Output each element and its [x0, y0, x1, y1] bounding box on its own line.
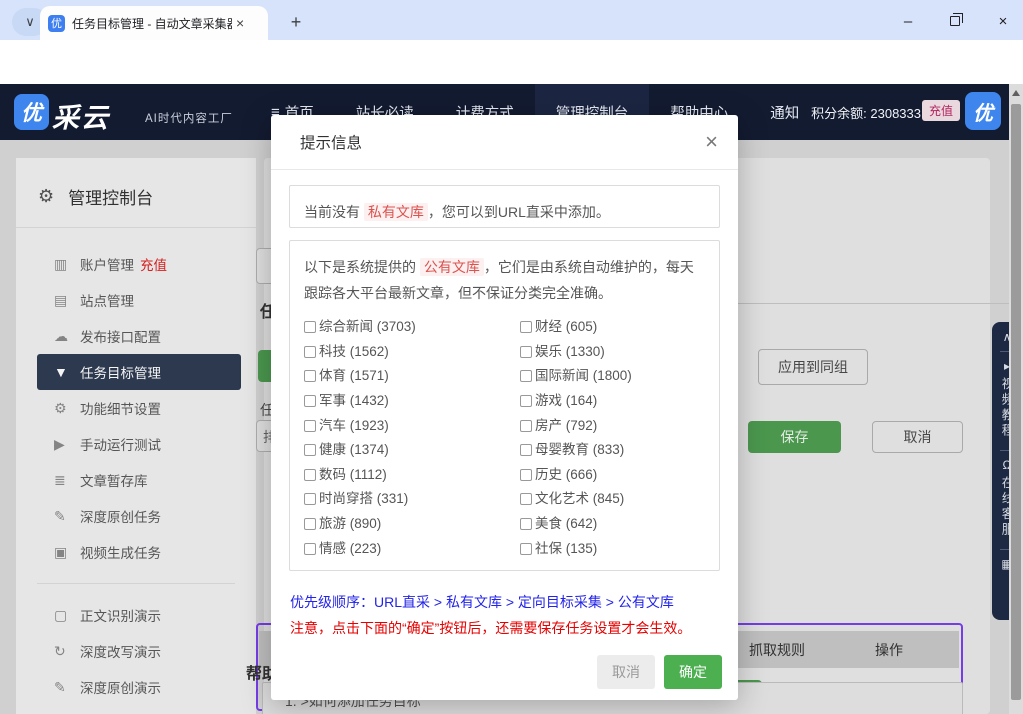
category-item-国际新闻[interactable]: 国际新闻 (1800) — [520, 364, 705, 389]
category-item-军事[interactable]: 军事 (1432) — [304, 389, 520, 414]
checkbox-icon[interactable] — [304, 395, 316, 407]
category-item-数码[interactable]: 数码 (1112) — [304, 463, 520, 488]
category-item-母婴教育[interactable]: 母婴教育 (833) — [520, 438, 705, 463]
checkbox-icon[interactable] — [304, 346, 316, 358]
checkbox-icon[interactable] — [520, 395, 532, 407]
checkbox-icon[interactable] — [520, 543, 532, 555]
category-item-历史[interactable]: 历史 (666) — [520, 463, 705, 488]
category-item-财经[interactable]: 财经 (605) — [520, 315, 705, 340]
public-library-notice: 以下是系统提供的 公有文库，它们是由系统自动维护的，每天跟踪各大平台最新文章，但… — [304, 254, 705, 306]
category-item-时尚穿搭[interactable]: 时尚穿搭 (331) — [304, 487, 520, 512]
dialog-confirm-button[interactable]: 确定 — [664, 655, 722, 689]
tab-favicon: 优 — [48, 15, 65, 32]
scrollbar-thumb[interactable] — [1011, 104, 1021, 700]
browser-toolbar: ← → ↻ ucaiyun.com/caiji/category/ ☆ 井 ⋮ — [0, 40, 1023, 84]
new-tab-button[interactable]: + — [284, 10, 308, 34]
checkbox-icon[interactable] — [304, 518, 316, 530]
category-item-汽车[interactable]: 汽车 (1923) — [304, 413, 520, 438]
dialog: 提示信息 × 当前没有 私有文库，您可以到URL直采中添加。 以下是系统提供的 … — [271, 115, 738, 700]
nav-item-通知[interactable]: 通知 — [749, 84, 820, 140]
checkbox-icon[interactable] — [304, 420, 316, 432]
window-minimize-button[interactable]: – — [893, 10, 923, 32]
dialog-title: 提示信息 — [300, 131, 362, 153]
dialog-header: 提示信息 × — [271, 115, 738, 170]
category-label: 房产 (792) — [535, 413, 597, 439]
checkbox-icon[interactable] — [520, 493, 532, 505]
category-item-情感[interactable]: 情感 (223) — [304, 536, 520, 561]
public-library-tag: 公有文库 — [420, 258, 484, 276]
category-label: 时尚穿搭 (331) — [319, 486, 408, 512]
private-library-tag: 私有文库 — [364, 203, 428, 221]
recharge-button[interactable]: 充值 — [922, 100, 960, 121]
public-library-box: 以下是系统提供的 公有文库，它们是由系统自动维护的，每天跟踪各大平台最新文章，但… — [289, 240, 720, 571]
category-label: 情感 (223) — [319, 536, 381, 562]
category-label: 财经 (605) — [535, 314, 597, 340]
category-item-文化艺术[interactable]: 文化艺术 (845) — [520, 487, 705, 512]
category-label: 汽车 (1923) — [319, 413, 389, 439]
user-avatar[interactable]: 优 — [965, 92, 1001, 130]
checkbox-icon[interactable] — [520, 420, 532, 432]
priority-order-text: 优先级顺序：URL直采 > 私有文库 > 定向目标采集 > 公有文库 — [290, 592, 674, 612]
checkbox-icon[interactable] — [304, 469, 316, 481]
restore-icon — [950, 16, 960, 26]
site-logo-text[interactable]: 采云 — [52, 96, 110, 135]
site-logo-icon[interactable]: 优 — [14, 94, 49, 130]
checkbox-icon[interactable] — [304, 543, 316, 555]
category-label: 美食 (642) — [535, 511, 597, 537]
screen: ∨ 优 任务目标管理 - 自动文章采集器 × + – × ← → ↻ ucaiy… — [0, 0, 1023, 714]
tab-title: 任务目标管理 - 自动文章采集器 — [72, 15, 232, 32]
dialog-footer: 取消 确定 — [597, 655, 722, 689]
category-item-房产[interactable]: 房产 (792) — [520, 413, 705, 438]
checkbox-icon[interactable] — [520, 321, 532, 333]
category-item-旅游[interactable]: 旅游 (890) — [304, 512, 520, 537]
category-item-美食[interactable]: 美食 (642) — [520, 512, 705, 537]
scrollbar-up-arrow[interactable] — [1012, 90, 1020, 96]
checkbox-icon[interactable] — [520, 469, 532, 481]
checkbox-icon[interactable] — [304, 444, 316, 456]
warning-text: 注意，点击下面的“确定”按钮后，还需要保存任务设置才会生效。 — [290, 618, 691, 638]
checkbox-icon[interactable] — [520, 370, 532, 382]
private-library-notice: 当前没有 私有文库，您可以到URL直采中添加。 — [289, 185, 720, 228]
category-item-体育[interactable]: 体育 (1571) — [304, 364, 520, 389]
category-item-游戏[interactable]: 游戏 (164) — [520, 389, 705, 414]
window-close-button[interactable]: × — [988, 10, 1018, 32]
category-label: 社保 (135) — [535, 536, 597, 562]
checkbox-icon[interactable] — [520, 346, 532, 358]
category-label: 旅游 (890) — [319, 511, 381, 537]
category-label: 数码 (1112) — [319, 462, 387, 488]
checkbox-icon[interactable] — [520, 444, 532, 456]
browser-tab[interactable]: 优 任务目标管理 - 自动文章采集器 × — [40, 6, 268, 40]
category-item-社保[interactable]: 社保 (135) — [520, 536, 705, 561]
browser-scrollbar[interactable] — [1009, 84, 1023, 714]
category-label: 娱乐 (1330) — [535, 339, 605, 365]
category-item-综合新闻[interactable]: 综合新闻 (3703) — [304, 315, 520, 340]
site-tagline: AI时代内容工厂 — [145, 110, 233, 126]
category-item-娱乐[interactable]: 娱乐 (1330) — [520, 340, 705, 365]
category-label: 军事 (1432) — [319, 388, 389, 414]
window-restore-button[interactable] — [940, 10, 970, 32]
category-label: 综合新闻 (3703) — [319, 314, 416, 340]
checkbox-icon[interactable] — [520, 518, 532, 530]
category-label: 国际新闻 (1800) — [535, 363, 632, 389]
dialog-close-icon[interactable]: × — [705, 131, 718, 153]
checkbox-icon[interactable] — [304, 493, 316, 505]
category-item-健康[interactable]: 健康 (1374) — [304, 438, 520, 463]
points-balance: 积分余额: 2308333 — [811, 103, 921, 122]
category-label: 游戏 (164) — [535, 388, 597, 414]
nav-item-label: 通知 — [770, 102, 799, 123]
category-label: 健康 (1374) — [319, 437, 389, 463]
category-label: 科技 (1562) — [319, 339, 389, 365]
dialog-cancel-button[interactable]: 取消 — [597, 655, 655, 689]
category-label: 体育 (1571) — [319, 363, 389, 389]
checkbox-icon[interactable] — [304, 321, 316, 333]
category-label: 文化艺术 (845) — [535, 486, 624, 512]
browser-titlebar: ∨ 优 任务目标管理 - 自动文章采集器 × + – × — [0, 0, 1023, 40]
checkbox-icon[interactable] — [304, 370, 316, 382]
category-label: 母婴教育 (833) — [535, 437, 624, 463]
category-item-科技[interactable]: 科技 (1562) — [304, 340, 520, 365]
tab-close-icon[interactable]: × — [236, 15, 244, 31]
category-label: 历史 (666) — [535, 462, 597, 488]
category-checkbox-grid: 综合新闻 (3703)科技 (1562)体育 (1571)军事 (1432)汽车… — [304, 315, 705, 561]
